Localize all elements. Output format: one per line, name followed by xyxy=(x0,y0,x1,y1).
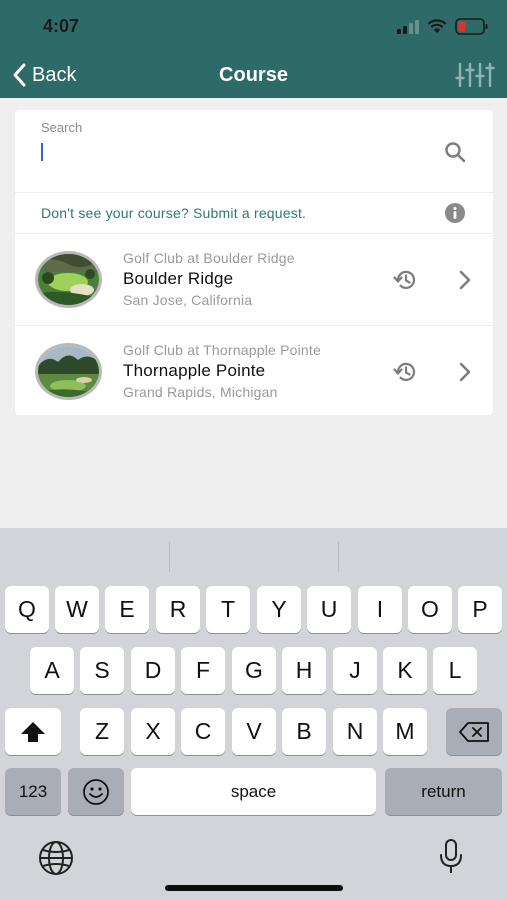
search-input[interactable] xyxy=(39,140,429,166)
return-key[interactable]: return xyxy=(385,768,502,815)
history-icon[interactable] xyxy=(393,269,417,291)
key-u[interactable]: U xyxy=(307,586,351,633)
key-x[interactable]: X xyxy=(131,708,175,755)
key-a[interactable]: A xyxy=(30,647,74,694)
key-m[interactable]: M xyxy=(383,708,427,755)
course-row-thornapple-pointe[interactable]: Golf Club at Thornapple Pointe Thornappl… xyxy=(15,325,493,416)
key-q[interactable]: Q xyxy=(5,586,49,633)
key-r[interactable]: R xyxy=(156,586,200,633)
key-v[interactable]: V xyxy=(232,708,276,755)
course-name: Boulder Ridge xyxy=(123,269,234,288)
course-club-name: Golf Club at Thornapple Pointe xyxy=(123,342,321,358)
emoji-icon xyxy=(83,778,109,805)
key-w[interactable]: W xyxy=(55,586,99,633)
course-search-card: Search Don't see your course? Submit a r… xyxy=(15,110,493,415)
key-d[interactable]: D xyxy=(131,647,175,694)
key-k[interactable]: K xyxy=(383,647,427,694)
shift-key[interactable] xyxy=(5,708,61,755)
microphone-icon[interactable] xyxy=(438,838,464,876)
status-time: 4:07 xyxy=(43,16,80,36)
wifi-icon xyxy=(427,19,447,33)
page-title: Course xyxy=(219,64,288,86)
key-h[interactable]: H xyxy=(282,647,326,694)
key-p[interactable]: P xyxy=(458,586,502,633)
globe-icon[interactable] xyxy=(38,840,74,876)
chevron-right-icon xyxy=(459,270,471,290)
suggestion-divider xyxy=(169,542,170,572)
space-key[interactable]: space xyxy=(131,768,376,815)
key-c[interactable]: C xyxy=(181,708,225,755)
key-e[interactable]: E xyxy=(105,586,149,633)
chevron-right-icon xyxy=(459,362,471,382)
text-cursor xyxy=(41,143,43,161)
course-thumbnail xyxy=(35,343,102,400)
app-header: 4:07 Back Course xyxy=(0,0,507,98)
key-f[interactable]: F xyxy=(181,647,225,694)
status-bar: 4:07 xyxy=(0,14,507,40)
key-l[interactable]: L xyxy=(433,647,477,694)
delete-key[interactable] xyxy=(446,708,502,755)
course-location: San Jose, California xyxy=(123,292,253,308)
key-b[interactable]: B xyxy=(282,708,326,755)
numbers-key[interactable]: 123 xyxy=(5,768,61,815)
history-icon[interactable] xyxy=(393,361,417,383)
course-location: Grand Rapids, Michigan xyxy=(123,384,278,400)
search-icon[interactable] xyxy=(443,140,467,164)
key-s[interactable]: S xyxy=(80,647,124,694)
backspace-icon xyxy=(459,721,489,742)
key-i[interactable]: I xyxy=(358,586,402,633)
home-indicator xyxy=(165,885,343,891)
key-g[interactable]: G xyxy=(232,647,276,694)
cellular-signal-icon xyxy=(397,20,419,34)
key-n[interactable]: N xyxy=(333,708,377,755)
divider xyxy=(15,192,493,193)
key-o[interactable]: O xyxy=(408,586,452,633)
suggestion-divider xyxy=(338,542,339,572)
key-j[interactable]: J xyxy=(333,647,377,694)
on-screen-keyboard: Q W E R T Y U I O P A S D F G H J K L Z … xyxy=(0,528,507,900)
shift-arrow-icon xyxy=(21,721,45,742)
course-row-boulder-ridge[interactable]: Golf Club at Boulder Ridge Boulder Ridge… xyxy=(15,234,493,325)
info-icon[interactable] xyxy=(445,203,465,223)
filter-sliders-icon[interactable] xyxy=(455,62,495,88)
battery-icon xyxy=(455,18,488,35)
course-name: Thornapple Pointe xyxy=(123,361,266,380)
emoji-key[interactable] xyxy=(68,768,124,815)
submit-request-link[interactable]: Don't see your course? Submit a request. xyxy=(41,205,306,221)
search-label: Search xyxy=(41,120,83,135)
nav-bar: Back Course xyxy=(0,58,507,92)
key-t[interactable]: T xyxy=(206,586,250,633)
key-z[interactable]: Z xyxy=(80,708,124,755)
course-club-name: Golf Club at Boulder Ridge xyxy=(123,250,295,266)
key-y[interactable]: Y xyxy=(257,586,301,633)
course-thumbnail xyxy=(35,251,102,308)
